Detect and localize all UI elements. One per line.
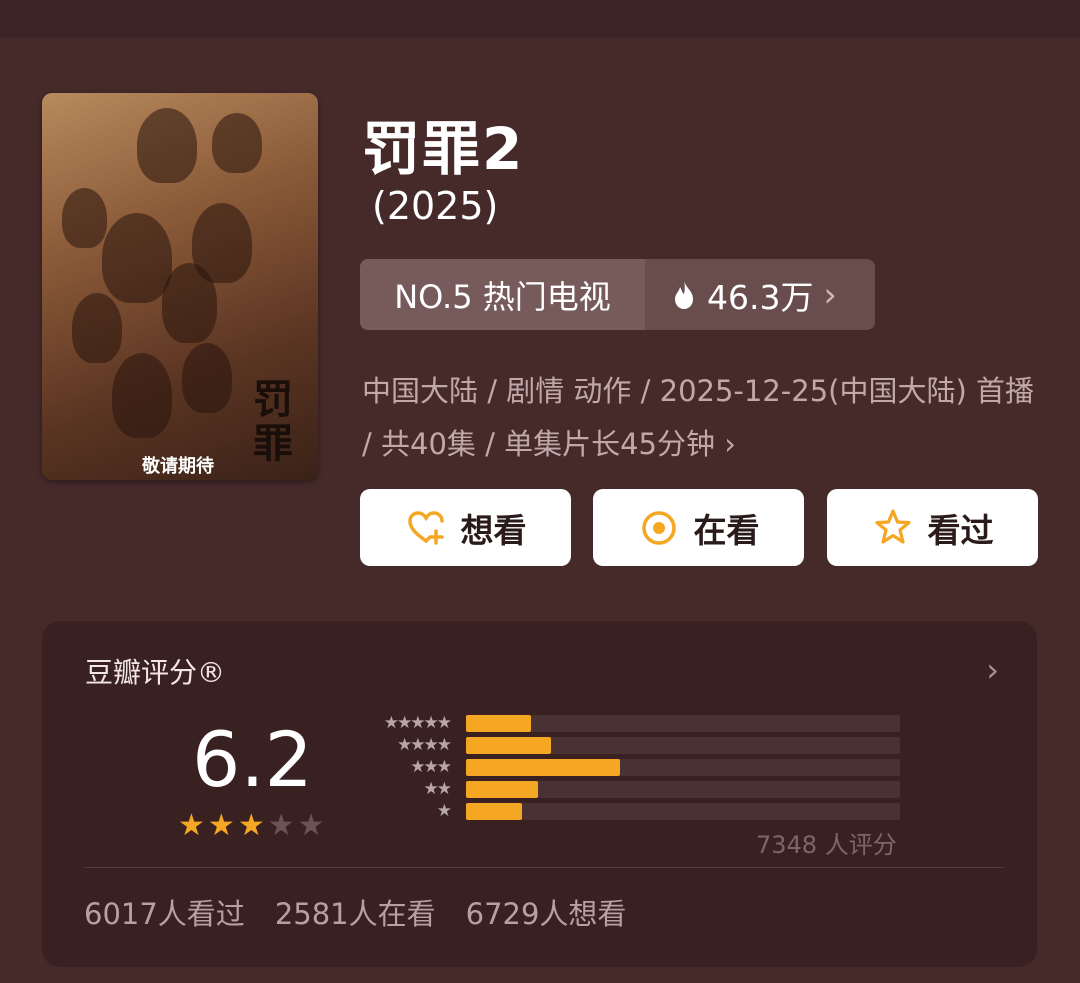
watching-label: 在看 (693, 510, 760, 550)
bar-stars-icon: ★ (436, 801, 452, 821)
poster-title: 罚罪 (253, 376, 293, 467)
bar-track (466, 758, 900, 776)
heart-plus-icon (407, 510, 444, 545)
star-icon (874, 508, 911, 544)
ranking-pill[interactable]: NO.5 热门电视 46.3万 › (360, 259, 875, 330)
want-label: 想看 (460, 510, 527, 550)
chevron-right-icon: › (724, 427, 736, 461)
rating-bar-row: ★ (354, 801, 900, 821)
rating-stars: ★ ★ ★ ★ ★ (178, 811, 325, 841)
bar-stars-icon: ★★★★ (397, 735, 452, 755)
rating-bar-row: ★★★★ (354, 735, 900, 755)
rating-total: 7348 人评分 (756, 831, 897, 859)
bar-stars-icon: ★★★ (410, 757, 452, 777)
rating-card[interactable]: 豆瓣评分® › 6.2 ★ ★ ★ ★ ★ ★★★★★ ★★★★ ★★★ ★★ ★ 7348 人… (42, 621, 1037, 967)
target-icon (641, 510, 676, 545)
bar-track (466, 736, 900, 754)
meta-text: 中国大陆 / 剧情 动作 / 2025-12-25(中国大陆) 首播 / 共40… (362, 374, 1035, 461)
watched-label: 看过 (927, 510, 994, 550)
star-filled-icon: ★ (237, 808, 265, 843)
bar-fill (466, 736, 551, 754)
watched-count: 6017人看过 (84, 897, 245, 931)
rating-score: 6.2 (192, 715, 313, 804)
poster-image[interactable]: 罚罪 敬请期待 (42, 93, 318, 480)
rating-bar-row: ★★★★★ (354, 713, 900, 733)
bar-fill (466, 802, 522, 820)
bar-stars-icon: ★★ (423, 779, 452, 799)
bar-track (466, 714, 900, 732)
star-empty-icon: ★ (297, 808, 325, 843)
chevron-right-icon: › (823, 275, 837, 314)
want-count: 6729人想看 (465, 897, 627, 931)
audience-counts: 6017人看过 2581人在看 6729人想看 (84, 891, 626, 933)
top-bar (0, 0, 1080, 38)
bar-track (466, 802, 900, 820)
poster-tagline: 敬请期待 (142, 456, 214, 477)
divider (84, 867, 1004, 868)
bar-fill (466, 714, 531, 732)
want-button[interactable]: 想看 (360, 489, 571, 566)
watching-count: 2581人在看 (274, 897, 436, 931)
star-filled-icon: ★ (178, 808, 205, 843)
rank-label: NO.5 热门电视 (360, 259, 645, 330)
bar-stars-icon: ★★★★★ (383, 713, 452, 733)
rating-bar-row: ★★ (354, 779, 900, 799)
bar-track (466, 780, 900, 798)
page-title: 罚罪2 (362, 115, 525, 183)
watching-button[interactable]: 在看 (593, 489, 804, 566)
bar-fill (466, 758, 620, 776)
chevron-right-icon[interactable]: › (986, 651, 999, 689)
heat-section: 46.3万 › (645, 259, 875, 330)
fire-icon (675, 280, 693, 309)
heat-value: 46.3万 (707, 277, 814, 317)
rating-bar-row: ★★★ (354, 757, 900, 777)
star-empty-icon: ★ (267, 808, 295, 843)
bar-fill (466, 780, 538, 798)
release-year: (2025) (372, 184, 499, 228)
rating-label: 豆瓣评分® (85, 656, 226, 689)
star-filled-icon: ★ (207, 808, 235, 843)
watched-button[interactable]: 看过 (827, 489, 1038, 566)
meta-info[interactable]: 中国大陆 / 剧情 动作 / 2025-12-25(中国大陆) 首播 / 共40… (362, 365, 1042, 471)
